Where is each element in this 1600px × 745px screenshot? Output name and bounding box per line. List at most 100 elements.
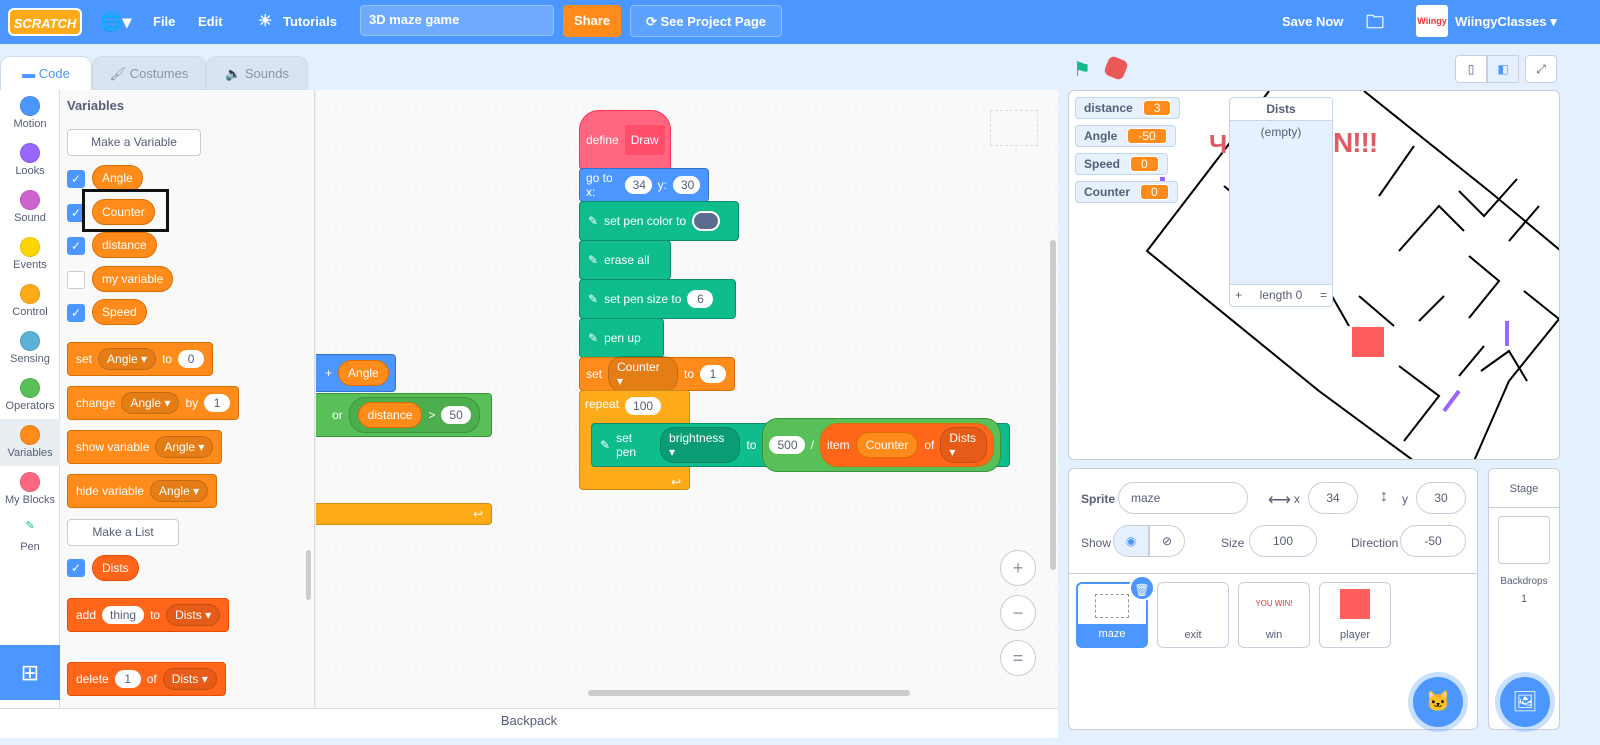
category-sensing[interactable]: Sensing bbox=[0, 325, 60, 365]
go-to-xy-block[interactable]: go to x: 34 y: 30 bbox=[579, 168, 709, 202]
make-variable-button[interactable]: Make a Variable bbox=[67, 129, 201, 156]
variable-reporter[interactable]: my variable bbox=[92, 265, 174, 292]
add-value-input[interactable]: thing bbox=[102, 606, 145, 624]
category-motion[interactable]: Motion bbox=[0, 90, 60, 130]
scratch-logo[interactable]: SCRATCH bbox=[8, 8, 82, 36]
distance-reporter[interactable]: distance bbox=[357, 402, 423, 428]
project-title-input[interactable]: 3D maze game bbox=[360, 5, 554, 36]
category-variables[interactable]: Variables bbox=[0, 419, 60, 466]
show-variable-block[interactable]: show variable Angle bbox=[67, 430, 223, 464]
stage-canvas[interactable]: Ч N!!! distance 3 Angle -50 Speed 0 Counter 0 D… bbox=[1068, 90, 1560, 460]
add-extension-icon[interactable]: ⊞ bbox=[0, 645, 60, 700]
zoom-in-button[interactable]: + bbox=[1000, 550, 1036, 586]
erase-all-block[interactable]: ✎ erase all bbox=[579, 240, 671, 280]
palette-scrollbar[interactable] bbox=[306, 550, 311, 600]
direction-input[interactable]: -50 bbox=[1400, 525, 1466, 557]
small-stage-icon[interactable]: ▯ bbox=[1455, 55, 1487, 83]
list-resize-handle[interactable]: = bbox=[1320, 288, 1327, 303]
variable-monitor[interactable]: Angle -50 bbox=[1075, 125, 1176, 147]
zoom-reset-button[interactable]: = bbox=[1000, 640, 1036, 676]
hide-variable-block[interactable]: hide variable Angle bbox=[67, 474, 218, 508]
variable-dropdown[interactable]: Counter bbox=[608, 356, 678, 392]
avatar[interactable]: Wiingy bbox=[1416, 5, 1448, 37]
choose-backdrop-icon[interactable]: 🖼 bbox=[1500, 677, 1550, 727]
make-list-button[interactable]: Make a List bbox=[67, 519, 179, 546]
category-operators[interactable]: Operators bbox=[0, 372, 60, 412]
hide-eye-slash-icon[interactable]: ⊘ bbox=[1149, 525, 1185, 557]
green-flag-icon[interactable]: ⚑ bbox=[1073, 57, 1091, 82]
variable-reporter[interactable]: distance bbox=[92, 232, 157, 258]
variable-dropdown[interactable]: Angle bbox=[98, 348, 157, 370]
bg-motion-block[interactable]: + Angle bbox=[316, 354, 396, 392]
show-visible-eye-icon[interactable]: ◉ bbox=[1113, 525, 1149, 557]
category-looks[interactable]: Looks bbox=[0, 137, 60, 177]
set-block[interactable]: set Angleto 0 bbox=[67, 342, 214, 376]
zoom-out-button[interactable]: − bbox=[1000, 595, 1036, 631]
set-variable-block[interactable]: set Counter to 1 bbox=[579, 356, 735, 392]
list-reporter-dists[interactable]: Dists bbox=[92, 555, 139, 581]
gt-value[interactable]: 50 bbox=[441, 406, 471, 424]
add-to-list-block[interactable]: add thing to Dists bbox=[67, 598, 230, 632]
edit-menu[interactable]: Edit bbox=[198, 0, 223, 44]
repeat-count-input[interactable]: 100 bbox=[625, 397, 662, 415]
see-project-page-button[interactable]: ⟳ See Project Page bbox=[630, 5, 782, 37]
size-input[interactable]: 100 bbox=[1249, 525, 1317, 557]
variable-checkbox[interactable]: ✓ bbox=[67, 304, 85, 322]
tab-sounds[interactable]: 🔈 Sounds bbox=[206, 56, 308, 90]
change-block[interactable]: change Angleby 1 bbox=[67, 386, 240, 420]
save-now-button[interactable]: Save Now bbox=[1282, 0, 1343, 44]
y-input[interactable]: 30 bbox=[672, 176, 700, 194]
share-button[interactable]: Share bbox=[563, 5, 621, 37]
category-control[interactable]: Control bbox=[0, 278, 60, 318]
counter-reporter[interactable]: Counter bbox=[855, 432, 919, 458]
variable-dropdown[interactable]: Angle bbox=[121, 392, 180, 414]
set-pen-size-block[interactable]: ✎ set pen size to 6 bbox=[579, 279, 736, 319]
folder-icon[interactable]: 🗀 bbox=[1366, 0, 1384, 44]
category-pen[interactable]: ✎ Pen bbox=[0, 513, 60, 553]
set-value-input[interactable]: 0 bbox=[178, 350, 205, 368]
category-sound[interactable]: Sound bbox=[0, 184, 60, 224]
list-checkbox[interactable]: ✓ bbox=[67, 559, 85, 577]
variable-reporter[interactable]: Speed bbox=[92, 299, 147, 325]
vertical-scrollbar[interactable] bbox=[1050, 240, 1056, 570]
backpack-bar[interactable]: Backpack bbox=[0, 708, 1058, 738]
variable-dropdown[interactable]: Angle bbox=[150, 480, 209, 502]
stage-thumbnail[interactable] bbox=[1498, 516, 1550, 564]
bg-or-block[interactable]: or distance >50 bbox=[316, 393, 492, 437]
x-input[interactable]: 34 bbox=[1308, 482, 1358, 514]
color-swatch[interactable] bbox=[692, 211, 721, 231]
delete-of-list-block[interactable]: delete 1 of Dists bbox=[67, 662, 226, 696]
variable-monitor[interactable]: Speed 0 bbox=[1075, 153, 1168, 175]
choose-sprite-cat-icon[interactable]: 🐱 bbox=[1413, 677, 1463, 727]
list-dropdown[interactable]: Dists bbox=[166, 604, 221, 626]
account-menu[interactable]: WiingyClasses ▾ bbox=[1455, 0, 1557, 44]
fullscreen-icon[interactable]: ⤢ bbox=[1525, 55, 1557, 83]
delete-sprite-trash-icon[interactable]: 🗑 bbox=[1129, 575, 1155, 601]
tab-costumes[interactable]: 🖌 Costumes bbox=[92, 56, 206, 90]
category-events[interactable]: Events bbox=[0, 231, 60, 271]
list-dropdown[interactable]: Dists bbox=[940, 427, 987, 463]
variable-dropdown[interactable]: Angle bbox=[155, 436, 214, 458]
variable-checkbox[interactable]: ✓ bbox=[67, 237, 85, 255]
x-input[interactable]: 34 bbox=[624, 176, 652, 194]
variable-checkbox[interactable] bbox=[67, 270, 85, 289]
list-monitor[interactable]: Dists (empty) + length 0 = bbox=[1229, 97, 1333, 307]
sprite-tile[interactable]: YOU WIN! win bbox=[1238, 582, 1310, 648]
define-block[interactable]: define Draw bbox=[579, 110, 671, 170]
sprite-tile[interactable]: exit bbox=[1157, 582, 1229, 648]
list-add-button[interactable]: + bbox=[1235, 288, 1242, 303]
pen-size-input[interactable]: 6 bbox=[687, 290, 714, 308]
sprite-tile[interactable]: player bbox=[1319, 582, 1391, 648]
change-value-input[interactable]: 1 bbox=[204, 394, 231, 412]
stop-icon[interactable] bbox=[1102, 54, 1130, 82]
numerator-input[interactable]: 500 bbox=[769, 436, 805, 454]
set-value-input[interactable]: 1 bbox=[700, 365, 726, 383]
list-dropdown[interactable]: Dists bbox=[162, 668, 217, 690]
horizontal-scrollbar[interactable] bbox=[588, 690, 910, 696]
normal-stage-icon[interactable]: ◧ bbox=[1487, 55, 1519, 83]
tutorials-menu[interactable]: Tutorials bbox=[283, 0, 337, 44]
category-my-blocks[interactable]: My Blocks bbox=[0, 466, 60, 506]
variable-monitor[interactable]: Counter 0 bbox=[1075, 181, 1178, 203]
bg-loop-end[interactable]: ↩ bbox=[316, 503, 492, 525]
variable-monitor[interactable]: distance 3 bbox=[1075, 97, 1181, 119]
